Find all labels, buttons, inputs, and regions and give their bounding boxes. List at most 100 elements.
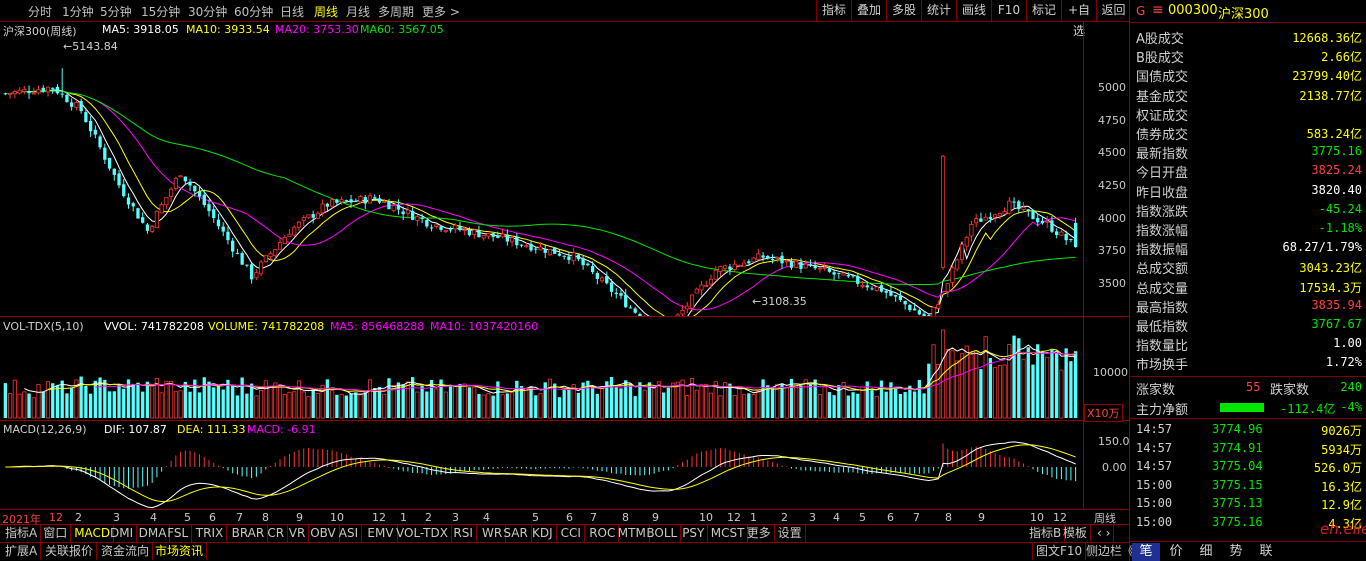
candle: [633, 307, 637, 314]
period-60min[interactable]: 60分钟: [234, 3, 273, 20]
indicator-tab[interactable]: MCST: [708, 525, 749, 542]
indicator-tab[interactable]: 指标A: [2, 525, 42, 542]
period-weekly[interactable]: 周线: [314, 3, 338, 20]
detail-tab[interactable]: 势: [1222, 543, 1250, 561]
toolbar-mark[interactable]: 标记: [1026, 0, 1061, 21]
volume-bar: [202, 377, 206, 418]
volume-bar: [45, 381, 51, 419]
candle: [287, 229, 292, 237]
indicator-tab[interactable]: TRIX: [193, 525, 228, 542]
candle: [136, 207, 140, 219]
candle: [590, 261, 595, 275]
stat-label: 指数量比: [1136, 339, 1189, 355]
candle: [751, 256, 756, 263]
period-more[interactable]: 更多 >: [422, 3, 460, 20]
candle: [884, 289, 888, 299]
period-fenshi[interactable]: 分时: [28, 3, 52, 20]
toolbar-f10[interactable]: F10: [991, 0, 1026, 21]
volume-bar: [813, 379, 817, 418]
period-monthly[interactable]: 月线: [346, 3, 370, 20]
indicator-tab[interactable]: FSL: [164, 525, 193, 542]
tab-related-quotes[interactable]: 关联报价: [42, 543, 98, 560]
indicator-tab[interactable]: VR: [286, 525, 310, 542]
indicator-tab[interactable]: CCI: [558, 525, 585, 542]
tick-time: 15:00: [1136, 477, 1173, 492]
indicator-tab[interactable]: KDJ: [529, 525, 557, 542]
tick-price: 3775.04: [1212, 459, 1263, 473]
indicator-tab[interactable]: BRAR: [229, 525, 269, 542]
volume-bar: [614, 386, 618, 418]
stat-row: 总成交量 17534.3万: [1130, 277, 1366, 297]
indicator-tab[interactable]: RSI: [450, 525, 477, 542]
volume-bar: [538, 393, 543, 419]
stat-row: A股成交 12668.36亿: [1130, 27, 1366, 47]
volume-bar: [903, 392, 907, 418]
period-30min[interactable]: 30分钟: [188, 3, 227, 20]
toolbar-add-watch[interactable]: +自选: [1061, 0, 1096, 38]
tick-row: 15:00 3775.13 12.9亿: [1130, 496, 1366, 513]
volume-bar: [656, 381, 661, 419]
volume-bar: [1055, 352, 1059, 418]
stat-row: 市场换手 1.72%: [1130, 353, 1366, 373]
tab-market-news[interactable]: 市场资讯: [152, 543, 208, 560]
volume-bar: [382, 393, 387, 419]
toolbar-multistock[interactable]: 多股: [886, 0, 921, 21]
candle: [940, 154, 946, 270]
volume-bar: [543, 382, 547, 418]
stat-row: 权证成交: [1130, 104, 1366, 124]
stat-label: A股成交: [1136, 32, 1184, 47]
menu-icon[interactable]: ≡: [1152, 2, 1164, 18]
volume-bar: [164, 380, 169, 419]
period-5min[interactable]: 5分钟: [100, 3, 132, 20]
candle: [126, 193, 131, 209]
tick-volume: 526.0万: [1313, 461, 1362, 475]
candle: [245, 264, 249, 268]
volume-bar: [491, 395, 495, 418]
indicator-tab[interactable]: PSY: [679, 525, 709, 542]
x-tick: 9: [296, 511, 303, 524]
x-tick: 9: [978, 511, 985, 524]
stat-row: B股成交 2.66亿: [1130, 46, 1366, 66]
period-daily[interactable]: 日线: [280, 3, 304, 20]
candle: [122, 178, 126, 198]
tab-scroll-icon[interactable]: ‹ ›: [1094, 525, 1115, 542]
candle: [221, 222, 225, 237]
detail-tab[interactable]: 细: [1192, 543, 1220, 561]
detail-tab[interactable]: 联: [1252, 543, 1280, 561]
period-1min[interactable]: 1分钟: [62, 3, 94, 20]
candle: [770, 254, 775, 264]
indicator-tab[interactable]: 更多: [744, 525, 775, 542]
x-tick: 12: [372, 511, 386, 524]
quote-panel: G ≡ 000300 沪深300 A股成交 12668.36亿 B股成交 2.66亿国…: [1130, 0, 1366, 561]
tab-fund-flow[interactable]: 资金流向: [98, 543, 154, 560]
volume-bar: [212, 387, 216, 418]
toolbar-draw[interactable]: 画线: [956, 0, 991, 21]
detail-tab[interactable]: 笔: [1132, 543, 1160, 561]
detail-tab[interactable]: 价: [1162, 543, 1190, 561]
indicator-tab[interactable]: VOL-TDX: [393, 525, 452, 542]
x-tick: 6: [209, 511, 216, 524]
toolbar-indicator[interactable]: 指标: [816, 0, 851, 21]
candle: [301, 215, 306, 226]
volume-bar: [500, 394, 505, 419]
toolbar-stats[interactable]: 统计: [921, 0, 956, 21]
volume-bar: [590, 386, 595, 418]
period-multi[interactable]: 多周期: [378, 3, 414, 20]
indicator-tab[interactable]: 设置: [775, 525, 806, 542]
volume-bar: [817, 394, 822, 419]
tab-f10-graphic[interactable]: 图文F10: [1032, 543, 1087, 560]
indicator-tab[interactable]: DMI: [107, 525, 138, 542]
toolbar-back[interactable]: 返回: [1096, 0, 1130, 21]
volume-bar: [770, 386, 775, 418]
tab-expand-a[interactable]: 扩展A: [2, 543, 42, 560]
indicator-tab[interactable]: BOLL: [643, 525, 682, 542]
period-15min[interactable]: 15分钟: [141, 3, 180, 20]
indicator-tab[interactable]: 窗口: [40, 525, 72, 542]
template-tab[interactable]: 模板: [1060, 525, 1092, 542]
indicator-tab[interactable]: ASI: [336, 525, 363, 542]
toolbar-overlay[interactable]: 叠加: [851, 0, 886, 21]
indicator-tab[interactable]: SAR: [500, 525, 532, 542]
rise-count: 55: [1246, 380, 1261, 394]
candle: [974, 213, 979, 228]
indicator-tab[interactable]: CR: [264, 525, 289, 542]
